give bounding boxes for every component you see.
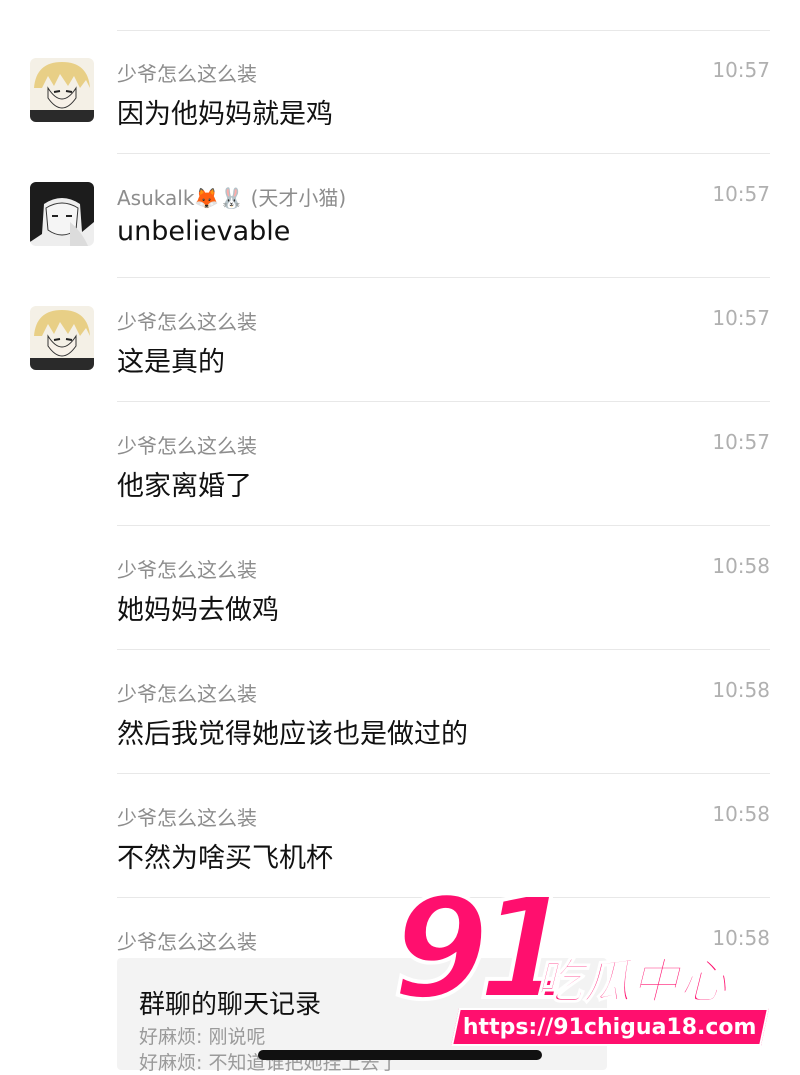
message-time: 10:57: [712, 430, 770, 454]
message-text: 她妈妈去做鸡: [117, 595, 279, 626]
message-row[interactable]: 少爷怎么这么装 10:57 因为他妈妈就是鸡: [0, 30, 800, 154]
sender-name: 少爷怎么这么装: [117, 434, 257, 458]
message-time: 10:57: [712, 306, 770, 330]
message-row[interactable]: 少爷怎么这么装 10:58 她妈妈去做鸡: [0, 526, 800, 650]
message-time: 10:57: [712, 58, 770, 82]
message-time: 10:58: [712, 554, 770, 578]
avatar-blonde-anime[interactable]: [30, 306, 94, 370]
avatar-dark-haired-anime[interactable]: [30, 182, 94, 246]
sender-name: 少爷怎么这么装: [117, 558, 257, 582]
sender-name: 少爷怎么这么装: [117, 310, 257, 334]
message-text: 因为他妈妈就是鸡: [117, 99, 333, 130]
watermark-url: https://91chigua18.com: [463, 1014, 757, 1040]
home-indicator[interactable]: [258, 1050, 542, 1060]
message-time: 10:58: [712, 802, 770, 826]
message-text: 这是真的: [117, 347, 225, 378]
message-row[interactable]: 少爷怎么这么装 10:57 他家离婚了: [0, 402, 800, 526]
chat-record-line: 好麻烦: 刚说呢: [139, 1026, 266, 1048]
watermark-text: 吃瓜中心: [534, 953, 728, 1011]
message-time: 10:58: [712, 678, 770, 702]
sender-name: Asukalk🦊🐰 (天才小猫): [117, 186, 347, 210]
message-row[interactable]: 少爷怎么这么装 10:57 这是真的: [0, 278, 800, 402]
sender-name: 少爷怎么这么装: [117, 682, 257, 706]
message-row[interactable]: Asukalk🦊🐰 (天才小猫) 10:57 unbelievable: [0, 154, 800, 278]
chat-record-title: 群聊的聊天记录: [139, 990, 322, 1020]
message-row[interactable]: 少爷怎么这么装 10:58 然后我觉得她应该也是做过的: [0, 650, 800, 774]
message-text: 不然为啥买飞机杯: [117, 843, 333, 874]
message-time: 10:57: [712, 182, 770, 206]
message-text: 他家离婚了: [117, 471, 252, 502]
watermark-url-banner: https://91chigua18.com: [450, 1008, 770, 1046]
avatar-blonde-anime[interactable]: [30, 58, 94, 122]
sender-name: 少爷怎么这么装: [117, 806, 257, 830]
sender-name: 少爷怎么这么装: [117, 930, 257, 954]
message-text: 然后我觉得她应该也是做过的: [117, 719, 468, 750]
sender-name: 少爷怎么这么装: [117, 62, 257, 86]
message-text: unbelievable: [117, 216, 291, 247]
